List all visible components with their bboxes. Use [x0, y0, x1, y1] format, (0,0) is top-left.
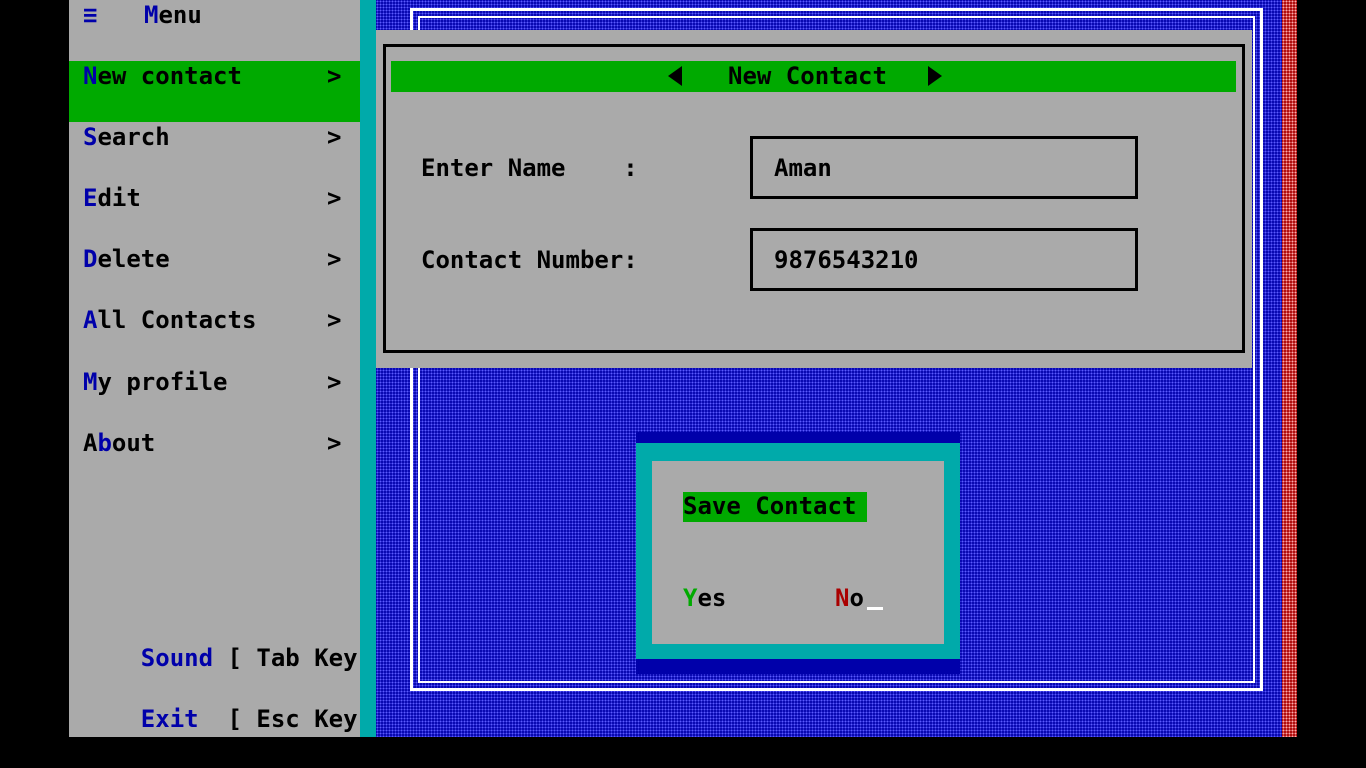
menu-item-about[interactable]: About >	[69, 428, 360, 489]
triangle-right-icon[interactable]	[928, 66, 942, 86]
menu-item-all-contacts[interactable]: All Contacts >	[69, 305, 360, 366]
name-label: Enter Name :	[421, 154, 638, 182]
menu-item-new-contact[interactable]: New contact >	[69, 61, 360, 122]
name-value: Aman	[774, 154, 832, 182]
scroll-strip	[1282, 0, 1297, 737]
menu-item-edit[interactable]: Edit >	[69, 183, 360, 244]
chevron-right-icon: >	[327, 306, 342, 334]
chevron-right-icon: >	[327, 123, 342, 151]
chevron-right-icon: >	[327, 368, 342, 396]
no-button[interactable]: No	[835, 583, 864, 613]
number-value: 9876543210	[774, 246, 919, 274]
number-label: Contact Number:	[421, 246, 638, 274]
sidebar-menu: ≡ Menu New contact > Search > Edit > Del…	[69, 0, 386, 737]
text-cursor	[867, 607, 883, 610]
chevron-right-icon: >	[327, 62, 342, 90]
chevron-right-icon: >	[327, 245, 342, 273]
menu-item-delete[interactable]: Delete >	[69, 244, 360, 305]
menu-item-my-profile[interactable]: My profile >	[69, 367, 360, 428]
exit-button[interactable]: Exit [ Esc Key ]	[83, 674, 387, 764]
sidebar-edge	[360, 0, 376, 737]
menu-item-search[interactable]: Search >	[69, 122, 360, 183]
save-dialog-body	[652, 461, 944, 644]
menu-icon[interactable]: ≡	[83, 0, 97, 30]
triangle-left-icon[interactable]	[668, 66, 682, 86]
form-title: New Contact	[728, 62, 887, 90]
chevron-right-icon: >	[327, 184, 342, 212]
dialog-title: Save Contact	[683, 492, 857, 520]
chevron-right-icon: >	[327, 429, 342, 457]
yes-button[interactable]: Yes	[683, 583, 726, 613]
menu-title: Menu	[144, 1, 202, 29]
